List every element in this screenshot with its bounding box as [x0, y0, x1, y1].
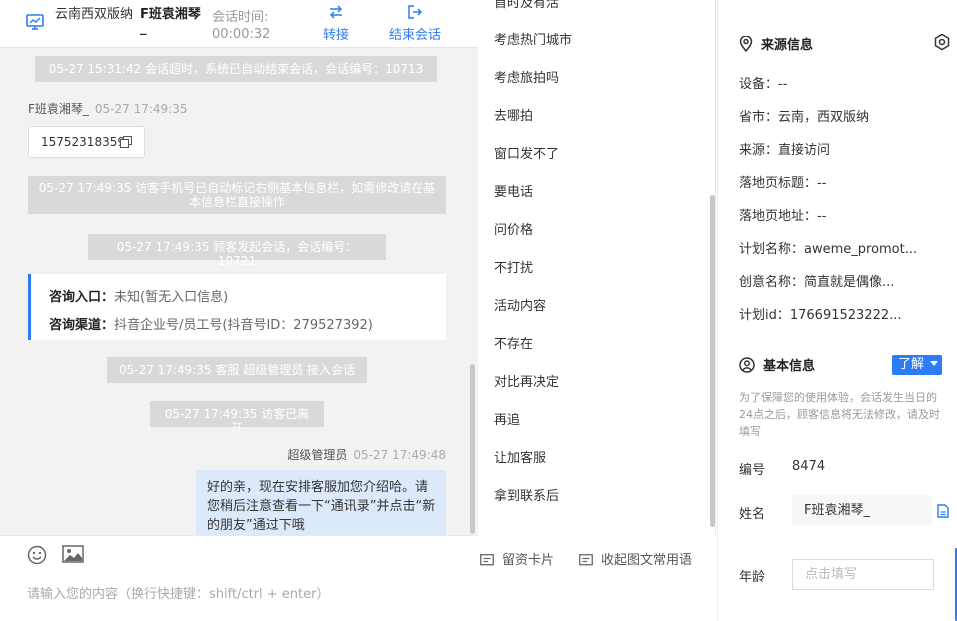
consult-entry-row: 咨询入口：未知(暂无入口信息)	[49, 286, 228, 305]
message-input[interactable]: 请输入您的内容（换行快捷键：shift/ctrl + enter）	[27, 583, 330, 602]
name-label: 姓名	[739, 507, 766, 522]
phrase-item[interactable]: 考虑热门城市	[494, 29, 572, 48]
source-row-creative-name: 创意名称：简直就是偶像...	[739, 275, 895, 290]
phrase-item[interactable]: 拿到联系后	[494, 485, 559, 504]
consult-channel-value: 抖音企业号/员工号(抖音号ID：279527392)	[114, 318, 373, 333]
phrase-item[interactable]: 窗口发不了	[494, 143, 559, 162]
source-row-origin: 来源：直接访问	[739, 143, 831, 158]
chat-scrollbar[interactable]	[470, 364, 475, 534]
source-row-landing-url: 落地页地址：--	[739, 209, 827, 224]
customer-info-panel: 来源信息 设备：-- 省市：云南，西双版纳 来源：直接访问 落地页标题：-- 落…	[717, 0, 957, 621]
collapse-phrases-label: 收起图文常用语	[601, 553, 693, 568]
image-icon[interactable]	[62, 545, 84, 563]
phrase-item[interactable]: 不打扰	[494, 257, 533, 276]
copy-icon[interactable]	[120, 136, 132, 148]
consult-entry-value: 未知(暂无入口信息)	[114, 290, 229, 305]
system-message-session-start: 05-27 17:49:35 顾客发起会话，会话编号：10721	[88, 234, 386, 268]
agent-sender-line: 超级管理员 05-27 17:49:48	[287, 446, 446, 463]
age-label: 年龄	[739, 570, 766, 585]
phrase-item[interactable]: 让加客服	[494, 447, 546, 466]
phrases-scrollbar[interactable]	[710, 195, 715, 527]
chat-panel: 云南西双版纳 F班袁湘琴_ 会话时间: 00:00:32 转接 结束会话 05-…	[0, 0, 478, 621]
learn-more-dropdown[interactable]: 了解	[892, 355, 942, 375]
system-message-agent-join: 05-27 17:49:35 客服 超级管理员 接入会话	[107, 357, 367, 383]
name-field[interactable]: F班袁湘琴_	[792, 495, 932, 526]
source-row-landing-title: 落地页标题：--	[739, 176, 827, 191]
card-icon	[480, 554, 494, 566]
number-label: 编号	[739, 463, 766, 478]
basic-info-label: 基本信息	[763, 359, 816, 374]
end-session-button[interactable]: 结束会话	[386, 4, 444, 43]
user-circle-icon	[739, 357, 755, 373]
source-row-plan-name: 计划名称：aweme_promot...	[739, 242, 918, 257]
consult-channel-row: 咨询渠道：抖音企业号/员工号(抖音号ID：279527392)	[49, 314, 373, 333]
phrase-item[interactable]: 考虑旅拍吗	[494, 67, 559, 86]
age-input[interactable]	[792, 559, 934, 590]
consult-info-card: 咨询入口：未知(暂无入口信息) 咨询渠道：抖音企业号/员工号(抖音号ID：279…	[28, 274, 446, 340]
basic-info-title: 基本信息	[739, 355, 815, 374]
visitor-name: F班袁湘琴_	[140, 7, 201, 36]
visitor-location: 云南西双版纳	[55, 7, 134, 22]
visitor-sender-line: F班袁湘琴_ 05-27 17:49:35	[28, 100, 187, 117]
phrase-item[interactable]: 再追	[494, 409, 520, 428]
agent-message-bubble: 好的亲，现在安排客服加您介绍哈。请您稍后注意查看一下“通讯录”并点击“新的朋友”…	[196, 470, 446, 535]
source-row-province: 省市：云南，西双版纳	[739, 110, 870, 125]
source-row-plan-id: 计划id：176691523222...	[739, 308, 902, 323]
message-icon	[579, 554, 593, 566]
exit-icon	[408, 5, 423, 19]
transfer-button[interactable]: 转接	[320, 4, 352, 43]
phrase-item[interactable]: 不存在	[494, 333, 533, 352]
quick-phrases-panel: 首时及有活 考虑热门城市 考虑旅拍吗 去哪拍 窗口发不了 要电话 问价格 不打扰…	[478, 0, 716, 535]
consult-channel-label: 咨询渠道：	[49, 318, 115, 333]
chat-header: 云南西双版纳 F班袁湘琴_ 会话时间: 00:00:32 转接 结束会话	[0, 0, 478, 48]
settings-hexagon-icon[interactable]	[933, 33, 951, 51]
transfer-label: 转接	[322, 28, 349, 43]
number-value: 8474	[792, 459, 826, 474]
phrase-item[interactable]: 活动内容	[494, 295, 546, 314]
phone-number: 15752318359	[41, 135, 125, 149]
system-message-phone-marked: 05-27 17:49:35 访客手机号已自动标记右侧基本信息栏，如需修改请在基…	[28, 176, 446, 214]
phrase-item[interactable]: 首时及有活	[494, 0, 559, 11]
phrase-item[interactable]: 问价格	[494, 219, 533, 238]
message-composer	[0, 535, 478, 621]
copy-name-icon[interactable]	[936, 504, 950, 518]
agent-sender-name: 超级管理员	[287, 448, 348, 462]
transfer-icon	[329, 5, 343, 19]
learn-more-label: 了解	[898, 357, 925, 372]
session-time-value: 00:00:32	[212, 27, 271, 42]
consult-entry-label: 咨询入口：	[49, 290, 115, 305]
system-message-visitor-left: 05-27 17:49:35 访客已离开	[150, 401, 324, 435]
location-pin-icon	[739, 35, 753, 53]
emoji-icon[interactable]	[27, 545, 47, 565]
collapse-phrases-button[interactable]: 收起图文常用语	[579, 549, 692, 568]
end-session-label: 结束会话	[388, 28, 441, 43]
lead-card-label: 留资卡片	[502, 553, 555, 568]
lead-card-button[interactable]: 留资卡片	[480, 549, 554, 568]
source-info-label: 来源信息	[761, 38, 814, 53]
caret-down-icon	[930, 361, 939, 366]
app-root: 云南西双版纳 F班袁湘琴_ 会话时间: 00:00:32 转接 结束会话 05-…	[0, 0, 957, 621]
visitor-message-time: 05-27 17:49:35	[94, 102, 188, 116]
phrase-item[interactable]: 去哪拍	[494, 105, 533, 124]
visitor-sender-name: F班袁湘琴_	[28, 102, 89, 116]
message-list: 05-27 15:31:42 会话超时，系统已自动结束会话，会话编号：10713…	[0, 48, 478, 535]
phone-message-bubble: 15752318359	[28, 126, 145, 158]
monitor-icon	[26, 14, 44, 30]
phrase-item[interactable]: 要电话	[494, 181, 533, 200]
source-info-title: 来源信息	[739, 34, 813, 53]
agent-message-time: 05-27 17:49:48	[353, 448, 446, 462]
source-row-device: 设备：--	[739, 77, 788, 92]
system-message-timeout: 05-27 15:31:42 会话超时，系统已自动结束会话，会话编号：10713	[35, 56, 437, 82]
session-time-label: 会话时间:	[212, 10, 269, 25]
phrase-item[interactable]: 对比再决定	[494, 371, 559, 390]
edit-deadline-notice: 为了保障您的使用体验，会话发生当日的24点之后，顾客信息将无法修改，请及时填写	[739, 391, 940, 438]
